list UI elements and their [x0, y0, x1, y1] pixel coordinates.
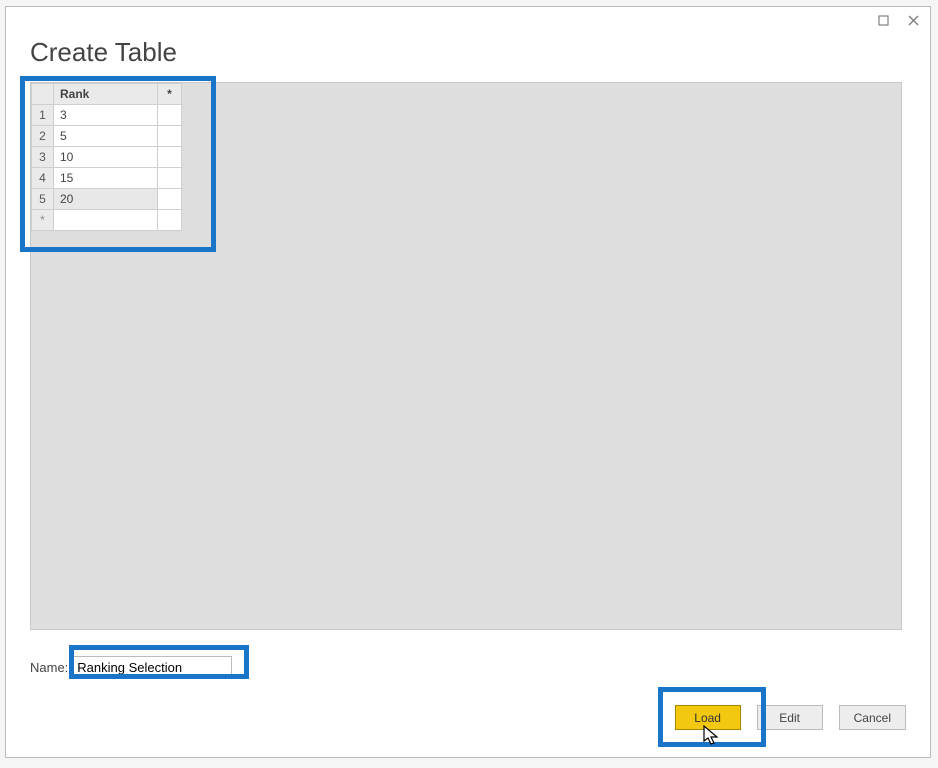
- load-button[interactable]: Load: [675, 705, 741, 730]
- row-number: 2: [32, 126, 54, 147]
- new-row-indicator: *: [32, 210, 54, 231]
- close-button[interactable]: [898, 9, 928, 31]
- col-header-extra[interactable]: *: [158, 84, 182, 105]
- row-number: 1: [32, 105, 54, 126]
- rank-cell[interactable]: 10: [54, 147, 158, 168]
- extra-cell[interactable]: [158, 126, 182, 147]
- extra-cell[interactable]: [158, 168, 182, 189]
- table-row[interactable]: 3 10: [32, 147, 182, 168]
- table-new-row[interactable]: *: [32, 210, 182, 231]
- table-row[interactable]: 5 20: [32, 189, 182, 210]
- extra-cell[interactable]: [158, 210, 182, 231]
- dialog-title: Create Table: [30, 37, 930, 68]
- cancel-button[interactable]: Cancel: [839, 705, 906, 730]
- table-row[interactable]: 4 15: [32, 168, 182, 189]
- name-row: Name:: [30, 656, 232, 678]
- rank-cell[interactable]: 5: [54, 126, 158, 147]
- extra-cell[interactable]: [158, 189, 182, 210]
- dialog-button-row: Load Edit Cancel: [675, 705, 906, 730]
- table-row[interactable]: 1 3: [32, 105, 182, 126]
- table-name-input[interactable]: [72, 656, 232, 678]
- col-header-rank[interactable]: Rank: [54, 84, 158, 105]
- rank-cell[interactable]: 15: [54, 168, 158, 189]
- edit-button[interactable]: Edit: [757, 705, 823, 730]
- extra-cell[interactable]: [158, 147, 182, 168]
- window-titlebar: [6, 7, 930, 33]
- row-number: 3: [32, 147, 54, 168]
- row-number: 5: [32, 189, 54, 210]
- rank-cell[interactable]: 20: [54, 189, 158, 210]
- create-table-dialog: Create Table Rank * 1 3 2 5: [5, 6, 931, 758]
- rank-cell[interactable]: 3: [54, 105, 158, 126]
- table-preview-area: Rank * 1 3 2 5 3 10: [30, 82, 902, 630]
- rank-cell[interactable]: [54, 210, 158, 231]
- table-row[interactable]: 2 5: [32, 126, 182, 147]
- row-number: 4: [32, 168, 54, 189]
- col-header-rownum: [32, 84, 54, 105]
- maximize-button[interactable]: [868, 9, 898, 31]
- name-label: Name:: [30, 660, 68, 675]
- data-table[interactable]: Rank * 1 3 2 5 3 10: [31, 83, 182, 231]
- extra-cell[interactable]: [158, 105, 182, 126]
